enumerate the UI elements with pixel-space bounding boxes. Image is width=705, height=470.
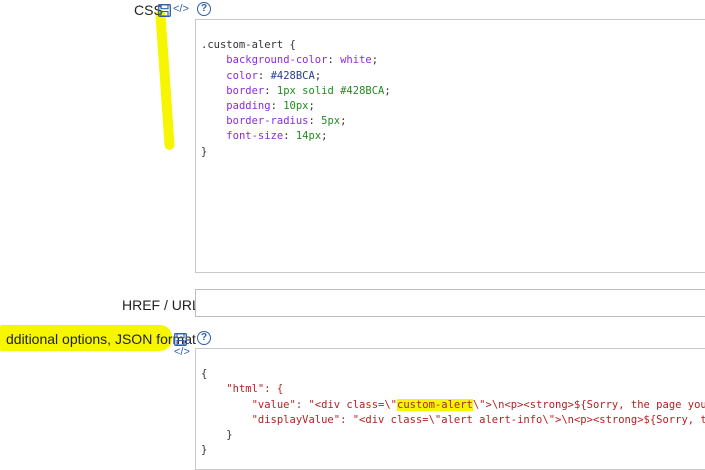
code-icon[interactable]: </>: [173, 3, 189, 15]
css-line-selector: .custom-alert {: [201, 39, 296, 52]
options-label: dditional options, JSON format: [6, 331, 196, 347]
code-icon[interactable]: </>: [174, 346, 190, 358]
help-icon[interactable]: ?: [197, 2, 211, 16]
href-label: HREF / URL: [122, 297, 200, 313]
css-editor[interactable]: .custom-alert { background-color: white;…: [195, 19, 705, 273]
save-icon[interactable]: [158, 4, 171, 17]
save-icon[interactable]: [174, 333, 187, 346]
highlight-mark-css: [155, 9, 175, 151]
help-icon[interactable]: ?: [197, 331, 211, 345]
highlighted-class-name: custom-alert: [397, 398, 473, 411]
options-editor[interactable]: { "html": { "value": "<div class=\"custo…: [195, 348, 705, 470]
href-input[interactable]: [195, 289, 705, 317]
